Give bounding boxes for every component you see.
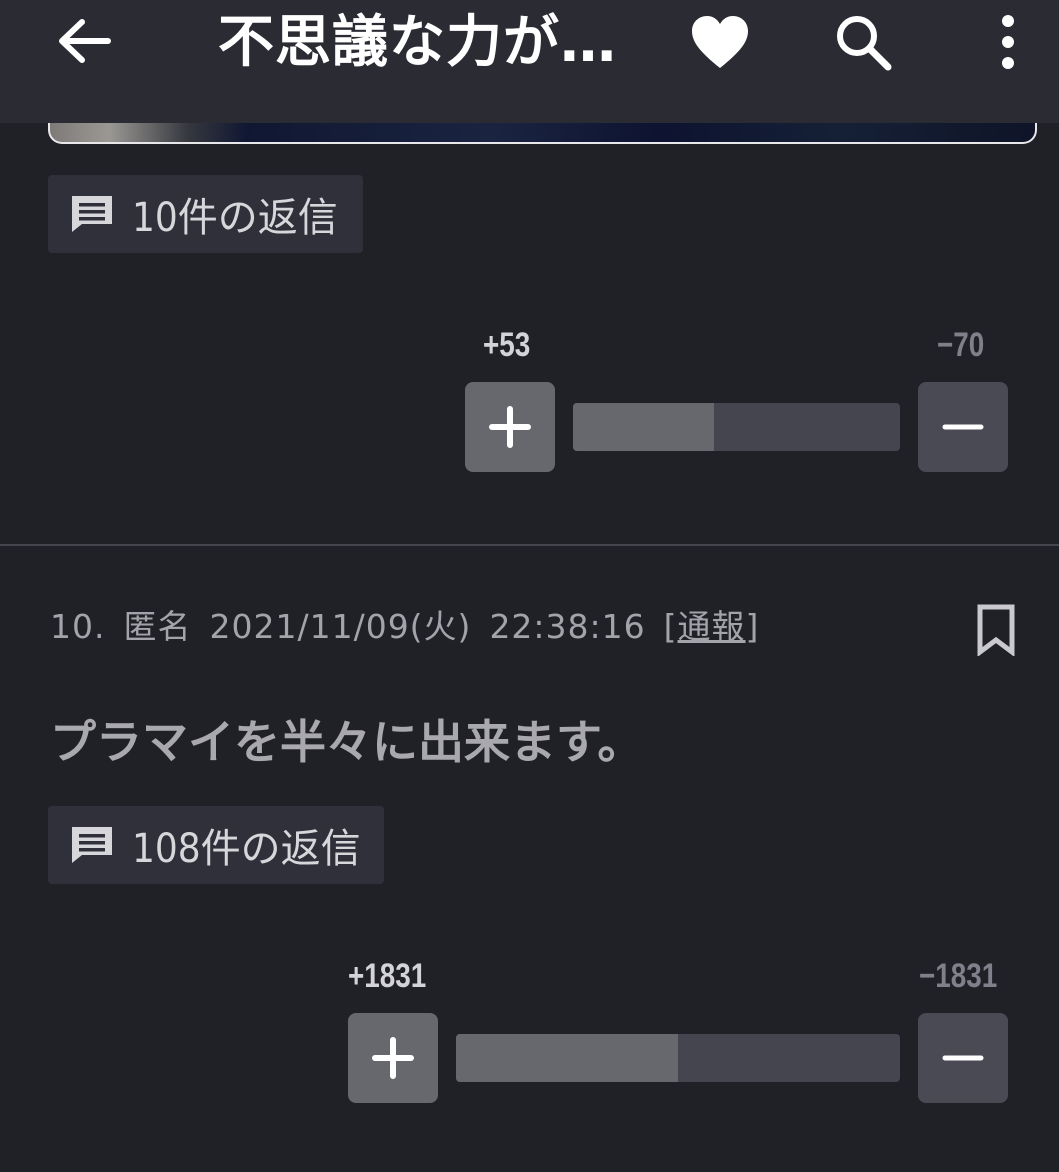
comment-icon bbox=[72, 196, 112, 232]
comment-body: プラマイを半々に出来ます。 bbox=[50, 715, 644, 769]
minus-count: −1831 bbox=[919, 957, 998, 995]
comment-author: 匿名 bbox=[123, 607, 192, 646]
plus-icon bbox=[372, 1037, 414, 1079]
plus-vote-button[interactable] bbox=[465, 382, 555, 472]
comment-icon bbox=[72, 827, 112, 863]
minus-count: −70 bbox=[937, 326, 985, 364]
plus-count: +1831 bbox=[348, 957, 427, 995]
comment-number: 10. bbox=[50, 607, 106, 646]
plus-count: +53 bbox=[483, 326, 531, 364]
replies-button[interactable]: 10件の返信 bbox=[48, 175, 363, 253]
report-bracket-close: ] bbox=[745, 607, 760, 646]
vote-ratio-bar bbox=[456, 1034, 900, 1082]
replies-label: 10件の返信 bbox=[132, 195, 338, 241]
comment-time: 22:38:16 bbox=[489, 607, 646, 646]
app-bar: 不思議な力が… bbox=[0, 0, 1059, 123]
page-title: 不思議な力が… bbox=[218, 10, 617, 75]
replies-label: 108件の返信 bbox=[132, 826, 361, 872]
arrow-back-icon[interactable] bbox=[56, 18, 112, 64]
comment-meta: 10. 匿名 2021/11/09(火) 22:38:16 [通報] bbox=[50, 600, 759, 648]
search-icon[interactable] bbox=[834, 13, 892, 71]
replies-button[interactable]: 108件の返信 bbox=[48, 806, 384, 884]
plus-icon bbox=[489, 406, 531, 448]
comment-date: 2021/11/09(火) bbox=[209, 607, 472, 646]
minus-vote-button[interactable] bbox=[918, 1013, 1008, 1103]
vote-ratio-bar bbox=[573, 403, 900, 451]
report-bracket-open: [ bbox=[663, 607, 678, 646]
comment-divider bbox=[0, 544, 1059, 546]
report-link[interactable]: 通報 bbox=[678, 607, 746, 646]
minus-icon bbox=[942, 424, 984, 430]
heart-icon[interactable] bbox=[690, 14, 750, 70]
minus-icon bbox=[942, 1055, 984, 1061]
bookmark-icon[interactable] bbox=[976, 604, 1016, 656]
plus-vote-button[interactable] bbox=[348, 1013, 438, 1103]
vote-ratio-fill bbox=[456, 1034, 678, 1082]
more-vert-icon[interactable] bbox=[992, 14, 1024, 70]
vote-ratio-fill bbox=[573, 403, 714, 451]
minus-vote-button[interactable] bbox=[918, 382, 1008, 472]
comment-image[interactable] bbox=[48, 123, 1037, 144]
